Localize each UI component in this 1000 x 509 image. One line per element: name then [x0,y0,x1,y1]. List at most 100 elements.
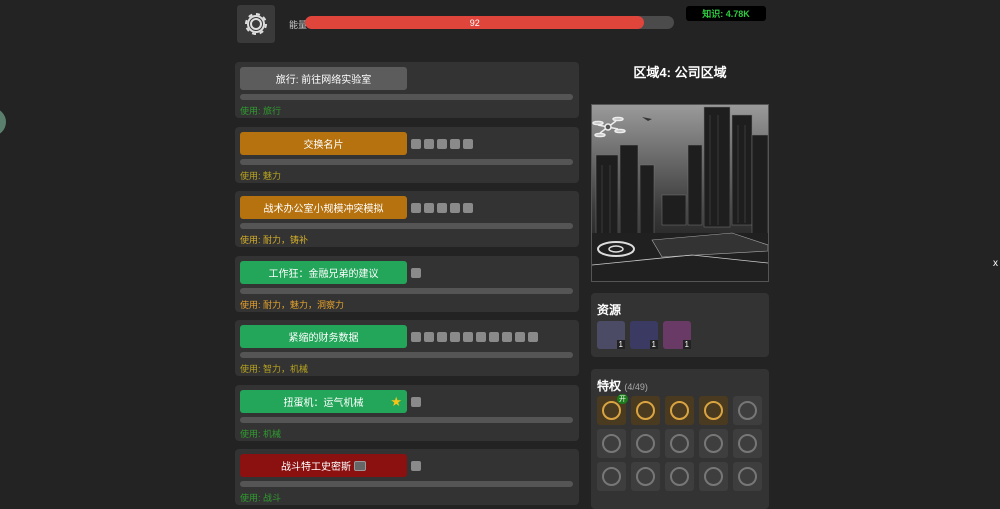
gear-badge-icon[interactable] [733,462,762,491]
action-label: 扭蛋机：运气机械 [283,397,364,409]
close-button[interactable]: x [993,258,998,269]
resources-panel: 资源 1 1 1 [591,293,769,357]
star-icon: ★ [390,393,402,409]
action-label: 工作狂：金融兄弟的建议 [268,268,379,280]
lightning-icon[interactable] [733,429,762,458]
coin-icon[interactable] [597,462,626,491]
shield-icon[interactable] [631,462,660,491]
progress-pips [411,332,538,342]
progress-pip [411,203,421,213]
progress-pip [411,267,421,278]
compass-badge-icon[interactable] [665,396,694,425]
crest-icon[interactable] [699,462,728,491]
progress-pip [463,138,473,149]
perks-count: (4/49) [624,382,648,392]
action-label: 战斗特工史密斯 [281,462,351,473]
action-uses: 使用: 魅力 [240,170,282,181]
perk-emblem [636,401,655,420]
perk-emblem [670,467,689,486]
side-panel-handle[interactable] [0,108,6,136]
action-progress-track [240,158,573,165]
action-uses: 使用: 耐力，魅力，洞察力 [240,299,345,310]
action-progress-track [240,287,573,294]
checkmark-medal-icon[interactable]: 开 [597,394,628,425]
jar-icon[interactable] [631,429,660,458]
action-card: 紧缩的财务数据 使用: 智力，机械 [235,320,579,376]
action-button[interactable]: 交换名片 [240,131,407,155]
action-label: 紧缩的财务数据 [288,333,359,344]
perk-emblem [602,434,621,453]
action-label: 旅行: 前往网络实验室 [275,75,372,86]
action-button[interactable]: 战术办公室小规模冲突模拟 [240,196,407,219]
gem-cluster-icon[interactable]: 1 [663,321,691,349]
progress-pip [463,332,473,342]
resource-count: 1 [682,340,691,349]
progress-pip [411,461,421,471]
action-card: 工作狂：金融兄弟的建议使用: 耐力，魅力，洞察力 [235,255,579,312]
resource-count: 1 [616,340,625,349]
progress-pip [450,138,460,149]
action-uses: 使用: 战斗 [240,493,282,503]
perks-title: 特权 (4/49) [597,377,648,394]
perk-emblem [738,467,757,486]
action-label: 战术办公室小规模冲突模拟 [263,204,384,215]
progress-pips [411,461,421,471]
resources-title: 资源 [597,303,622,317]
perk-emblem [636,434,655,453]
progress-pip [515,332,525,342]
perk-emblem [636,467,655,486]
progress-pip [437,203,447,213]
region-title: 区域4: 公司区域 [633,65,727,80]
progress-pips [411,138,473,149]
resource-count: 1 [649,340,658,349]
action-card: 战术办公室小规模冲突模拟使用: 耐力，铸补 [235,191,579,247]
progress-pip [424,138,434,149]
wrench-icon[interactable] [665,462,694,491]
map-icon[interactable] [597,429,626,458]
gear-icon [245,13,267,35]
helmet-icon[interactable] [733,396,762,425]
perk-emblem [738,434,757,453]
action-progress-track [240,223,573,229]
action-progress-track [240,481,573,487]
perks-title-label: 特权 [597,379,622,393]
progress-pips [411,203,473,213]
fist-icon[interactable] [665,429,694,458]
progress-pip [450,203,460,213]
energy-bar: 92 [305,16,674,29]
action-uses: 使用: 耐力，铸补 [240,235,309,245]
perk-emblem [602,467,621,486]
action-button[interactable]: 战斗特工史密斯 [240,454,407,477]
progress-pips [411,267,421,278]
action-progress-track [240,352,573,358]
perk-emblem [704,434,723,453]
progress-pip [502,332,512,342]
beer-mug-icon[interactable] [631,396,660,425]
progress-pip [411,396,421,407]
action-card: 旅行: 前往网络实验室 使用: 旅行 [235,62,579,118]
perk-emblem [670,401,689,420]
progress-pips [411,396,421,407]
action-button[interactable]: 工作狂：金融兄弟的建议 [240,260,407,284]
knowledge-counter: 知识: 4.78K [686,6,766,21]
action-card: 扭蛋机：运气机械 ★ 使用: 机械 [235,384,579,441]
progress-pip [437,332,447,342]
action-card: 交换名片使用: 魅力 [235,126,579,183]
action-button[interactable]: 紧缩的财务数据 [240,325,407,348]
perks-panel: 特权 (4/49) 开 [591,369,769,509]
camera-badge-icon[interactable] [699,396,728,425]
progress-pip [424,203,434,213]
region-image [591,104,769,282]
progress-pip [424,332,434,342]
potion-icon[interactable]: 1 [597,321,625,349]
robot-icon[interactable] [699,429,728,458]
action-button[interactable]: 扭蛋机：运气机械 ★ [240,389,407,413]
action-uses: 使用: 机械 [240,428,282,439]
perk-emblem [704,401,723,420]
action-button[interactable]: 旅行: 前往网络实验室 [240,67,407,90]
action-label: 交换名片 [303,139,344,151]
perk-emblem [738,401,757,420]
magnifier-icon[interactable]: 1 [630,321,658,349]
energy-value: 92 [305,16,645,29]
settings-button[interactable] [237,5,275,43]
